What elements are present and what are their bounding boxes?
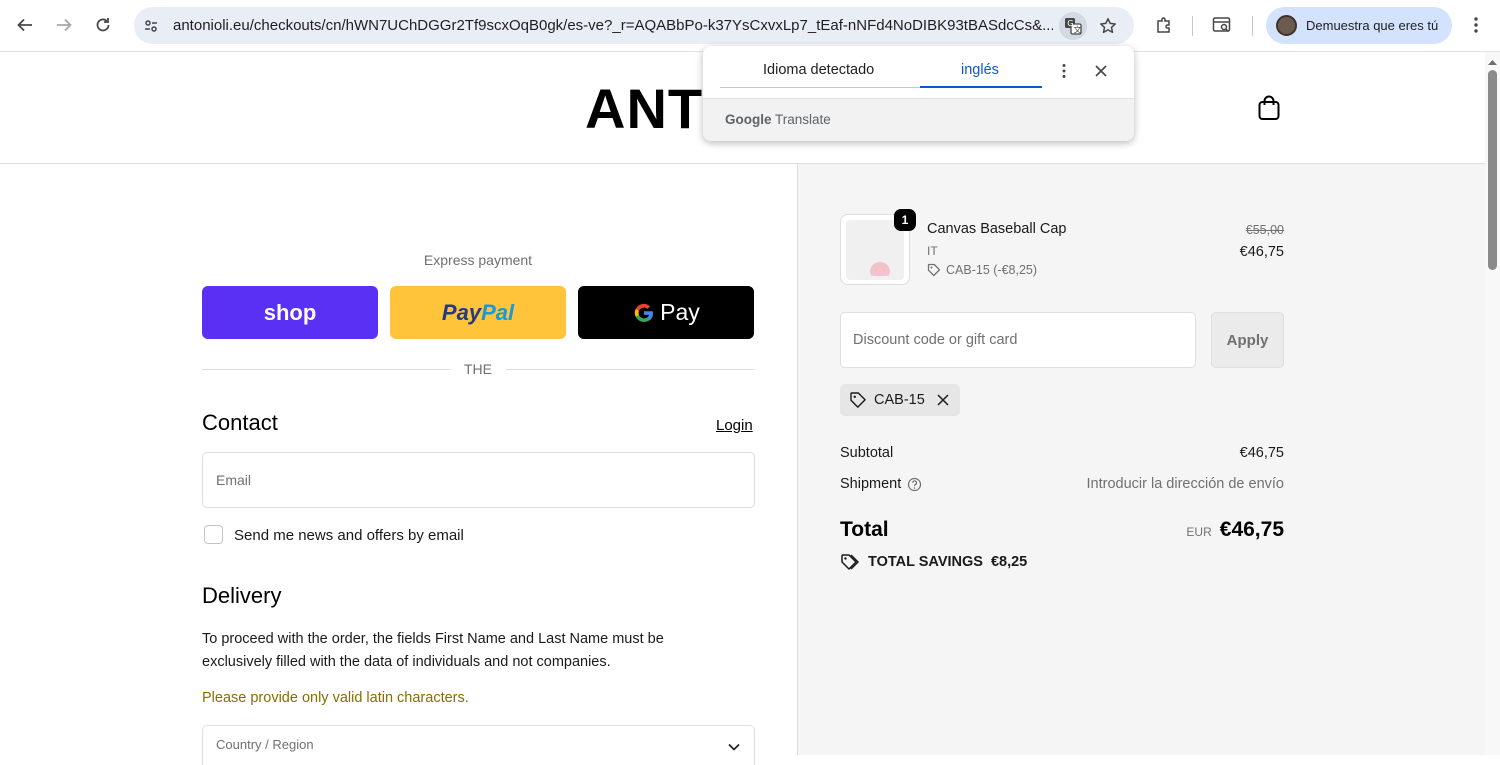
delivery-heading: Delivery	[202, 583, 282, 608]
shipment-label: Shipment	[840, 476, 902, 492]
google-g-icon	[634, 303, 654, 322]
login-link[interactable]: Login	[716, 417, 753, 434]
site-info-icon[interactable]	[137, 12, 165, 40]
reload-icon[interactable]	[88, 10, 118, 40]
active-tab-indicator	[920, 86, 1042, 88]
total-label: Total	[840, 518, 889, 541]
order-summary: 1 Canvas Baseball Cap IT CAB-15 (-€8,25)…	[797, 164, 1485, 755]
profile-chip[interactable]: Demuestra que eres tú	[1266, 7, 1452, 44]
country-select[interactable]: Country / Region	[202, 725, 755, 765]
product-name: Canvas Baseball Cap	[927, 221, 1067, 237]
translate-popup: Idioma detectado inglés Google Translate	[703, 46, 1134, 141]
paypal-button[interactable]: Pay Pal	[390, 286, 566, 339]
back-icon[interactable]	[10, 10, 40, 40]
newsletter-checkbox[interactable]	[204, 525, 223, 544]
or-divider-text: THE	[464, 361, 492, 377]
email-field[interactable]	[202, 452, 755, 508]
google-brand: Google	[725, 112, 772, 127]
product-discount: CAB-15 (-€8,25)	[927, 263, 1037, 277]
translate-brand: Translate	[775, 112, 831, 127]
savings-tag-icon	[841, 554, 860, 570]
total-value: €46,75	[1219, 518, 1284, 541]
delivery-notice: To proceed with the order, the fields Fi…	[202, 631, 664, 670]
shipment-value: Introducir la dirección de envío	[1086, 476, 1284, 492]
help-icon[interactable]	[907, 477, 922, 492]
address-bar[interactable]: antonioli.eu/checkouts/cn/hWN7UChDGGr2Tf…	[134, 7, 1134, 44]
translate-options-icon[interactable]	[1061, 63, 1067, 79]
discounted-price: €46,75	[1239, 244, 1284, 260]
quantity-badge: 1	[894, 209, 916, 231]
savings-value: €8,25	[990, 554, 1028, 570]
contact-heading: Contact	[202, 410, 278, 435]
tag-icon	[850, 392, 866, 408]
shopping-bag-icon[interactable]	[1256, 94, 1282, 127]
country-label: Country / Region	[216, 737, 314, 752]
close-icon[interactable]	[936, 393, 950, 407]
original-price: €55,00	[1245, 223, 1284, 237]
total-amount: EUR €46,75	[1186, 518, 1284, 542]
savings-label: TOTAL SAVINGS	[868, 554, 983, 570]
applied-discount-tag: CAB-15	[840, 384, 960, 416]
menu-kebab-icon[interactable]	[1461, 10, 1491, 40]
scrollbar-thumb[interactable]	[1488, 70, 1497, 270]
express-payment-label: Express payment	[423, 252, 533, 268]
tab-target-language[interactable]: inglés	[961, 62, 999, 78]
applied-code: CAB-15	[874, 392, 925, 408]
discount-code-field[interactable]	[840, 312, 1196, 368]
scroll-up-icon[interactable]	[1485, 56, 1500, 68]
shop-pay-button[interactable]: shop	[202, 286, 378, 339]
translate-icon[interactable]: G文	[1059, 12, 1087, 40]
discount-code-input[interactable]	[841, 313, 1195, 367]
newsletter-label[interactable]: Send me news and offers by email	[234, 527, 464, 544]
total-currency: EUR	[1186, 525, 1212, 539]
email-input[interactable]	[203, 453, 754, 507]
extensions-icon[interactable]	[1149, 10, 1179, 40]
bookmark-star-icon[interactable]	[1094, 12, 1122, 40]
apply-button[interactable]: Apply	[1211, 312, 1284, 368]
shipment-row: Shipment	[840, 476, 922, 492]
profile-label: Demuestra que eres tú	[1306, 18, 1439, 33]
gpay-label: Pay	[660, 299, 700, 325]
forward-icon[interactable]	[49, 10, 79, 40]
total-savings: TOTAL SAVINGS €8,25	[840, 553, 1027, 571]
browser-toolbar: antonioli.eu/checkouts/cn/hWN7UChDGGr2Tf…	[0, 0, 1500, 52]
svg-text:文: 文	[1074, 25, 1082, 35]
url-text[interactable]: antonioli.eu/checkouts/cn/hWN7UChDGGr2Tf…	[173, 17, 1053, 34]
product-discount-text: CAB-15 (-€8,25)	[946, 263, 1038, 277]
shop-pay-label: shop	[263, 299, 317, 325]
tab-search-icon[interactable]	[1207, 10, 1237, 40]
product-variant: IT	[927, 244, 938, 258]
google-pay-button[interactable]: Pay	[578, 286, 754, 339]
avatar	[1276, 15, 1297, 36]
latin-characters-warning: Please provide only valid latin characte…	[202, 690, 469, 706]
close-icon[interactable]	[1094, 64, 1108, 78]
checkout-form: Express payment shop Pay Pal Pay THE Cont…	[0, 164, 797, 765]
svg-text:G: G	[1067, 19, 1073, 28]
chevron-down-icon	[728, 743, 740, 751]
paypal-label: Pay	[441, 299, 482, 325]
tab-detected-language[interactable]: Idioma detectado	[763, 62, 874, 78]
tag-icon	[927, 263, 941, 277]
subtotal-label: Subtotal	[840, 445, 894, 461]
translate-branding: Google Translate	[703, 98, 1134, 141]
subtotal-value: €46,75	[1239, 445, 1284, 461]
